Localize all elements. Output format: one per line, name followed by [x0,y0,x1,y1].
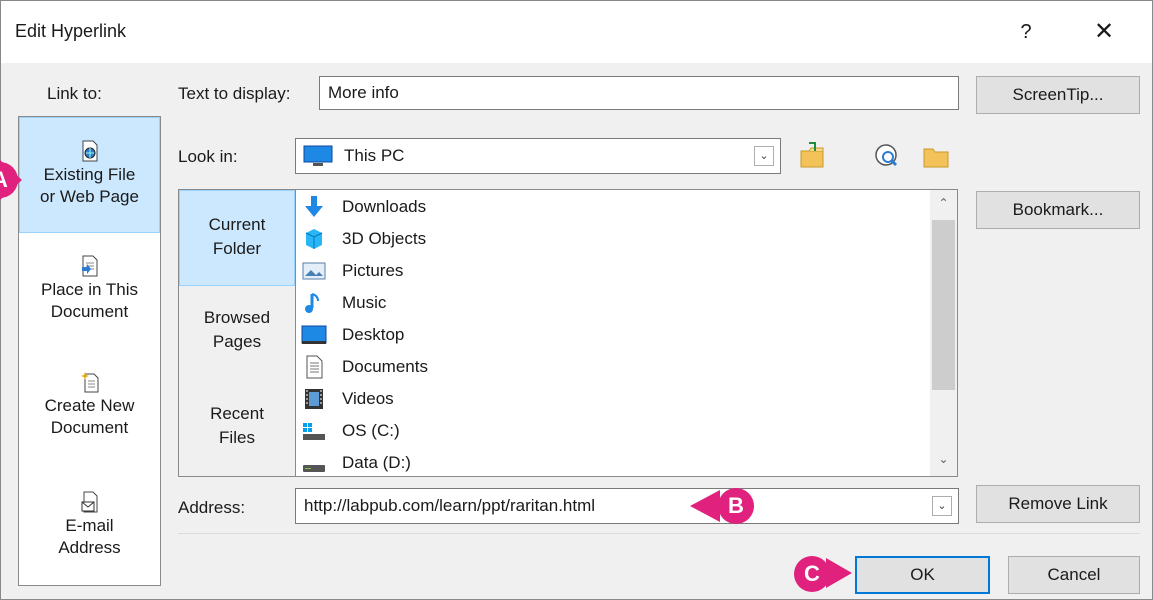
callout-c: C [794,556,830,592]
existing-file-label-line1: Existing File [43,165,136,184]
file-name: Documents [342,357,428,376]
scroll-thumb[interactable] [932,220,955,390]
divider [178,533,1140,534]
screentip-button[interactable]: ScreenTip... [976,76,1140,114]
remove-link-button[interactable]: Remove Link [976,485,1140,523]
create-new-document-label-line1: Create New [44,396,135,415]
scroll-down-icon[interactable]: ⌄ [930,452,957,466]
browse-the-web-icon[interactable] [871,141,901,171]
close-button[interactable]: ✕ [1087,15,1121,49]
music-icon [305,293,319,313]
downloads-icon [305,196,323,217]
link-to-create-new-document[interactable]: Create New Document [19,365,160,455]
cancel-button[interactable]: Cancel [1008,556,1140,594]
file-name: Pictures [342,261,404,280]
browse-web-icon[interactable] [797,141,827,171]
file-name: Data (D:) [342,453,411,472]
web-file-icon [82,140,97,162]
link-to-heading: Link to: [47,84,102,103]
tab-browsed-pages[interactable]: Browsed Pages [179,306,295,378]
3d-objects-icon [305,229,323,249]
edit-hyperlink-dialog: Edit Hyperlink ? ✕ Link to: Existing Fil… [0,0,1153,600]
browse-for-file-icon[interactable] [921,141,951,171]
link-to-email-address[interactable]: E-mail Address [19,481,160,577]
list-item[interactable]: Documents [300,352,428,382]
list-item[interactable]: 3D Objects [300,224,426,254]
current-folder-line2: Folder [212,239,262,258]
browsed-pages-line2: Pages [212,332,262,351]
dialog-title: Edit Hyperlink [15,21,127,41]
address-input[interactable]: http://labpub.com/learn/ppt/raritan.html… [295,488,959,524]
list-item[interactable]: Music [300,288,386,318]
pictures-icon [302,262,326,280]
text-to-display-label: Text to display: [178,84,291,103]
recent-files-line1: Recent [210,404,264,423]
current-folder-line1: Current [208,215,266,234]
create-new-document-label-line2: Document [50,418,129,437]
place-in-document-icon [81,255,97,277]
look-in-dropdown[interactable]: This PC ⌄ [295,138,781,174]
desktop-icon [301,325,327,344]
link-to-panel: Existing File or Web Page Place in This … [18,116,161,586]
browse-tabs: Current Folder Browsed Pages Recent File… [178,189,295,477]
place-in-document-label-line1: Place in This [40,280,138,299]
tab-recent-files[interactable]: Recent Files [179,402,295,474]
list-item[interactable]: Pictures [300,256,403,286]
title-bar: Edit Hyperlink ? ✕ [1,1,1152,63]
link-to-place-in-document[interactable]: Place in This Document [19,249,160,339]
list-item[interactable]: Data (D:) [300,448,411,476]
this-pc-icon [303,145,333,166]
documents-icon [306,355,323,379]
text-to-display-input[interactable]: More info [319,76,959,110]
file-name: Videos [342,389,394,408]
look-in-label: Look in: [178,147,238,166]
help-button[interactable]: ? [1011,15,1041,49]
videos-icon [305,389,323,409]
drive-icon [303,423,325,440]
list-item[interactable]: Downloads [300,192,426,222]
callout-b: B [718,488,754,524]
place-in-document-label-line2: Document [50,302,129,321]
address-value: http://labpub.com/learn/ppt/raritan.html [304,496,596,515]
existing-file-label-line2: or Web Page [40,187,139,206]
look-in-value: This PC [344,146,405,165]
address-label: Address: [178,498,246,517]
list-item[interactable]: Videos [300,384,394,414]
new-document-icon [80,372,98,393]
list-item[interactable]: OS (C:) [300,416,400,446]
file-name: Downloads [342,197,427,216]
file-name: OS (C:) [342,421,400,440]
file-name: Desktop [342,325,405,344]
email-address-label-line2: Address [58,538,121,557]
file-name: 3D Objects [342,229,427,248]
drive-icon [303,465,325,472]
chevron-down-icon[interactable]: ⌄ [932,496,952,516]
list-item[interactable]: Desktop [300,320,404,350]
email-address-label-line1: E-mail [65,516,114,535]
file-name: Music [342,293,387,312]
recent-files-line2: Files [219,428,255,447]
link-to-existing-file[interactable]: Existing File or Web Page [19,117,160,233]
email-address-icon [81,491,97,513]
file-list: Downloads 3D Objects Pictures Music Desk… [295,189,958,477]
tab-current-folder[interactable]: Current Folder [179,190,295,286]
bookmark-button[interactable]: Bookmark... [976,191,1140,229]
scroll-up-icon[interactable]: ⌃ [930,196,957,210]
file-list-scrollbar[interactable]: ⌃ ⌄ [930,190,957,476]
browsed-pages-line1: Browsed [203,308,271,327]
ok-button[interactable]: OK [855,556,990,594]
chevron-down-icon[interactable]: ⌄ [754,146,774,166]
